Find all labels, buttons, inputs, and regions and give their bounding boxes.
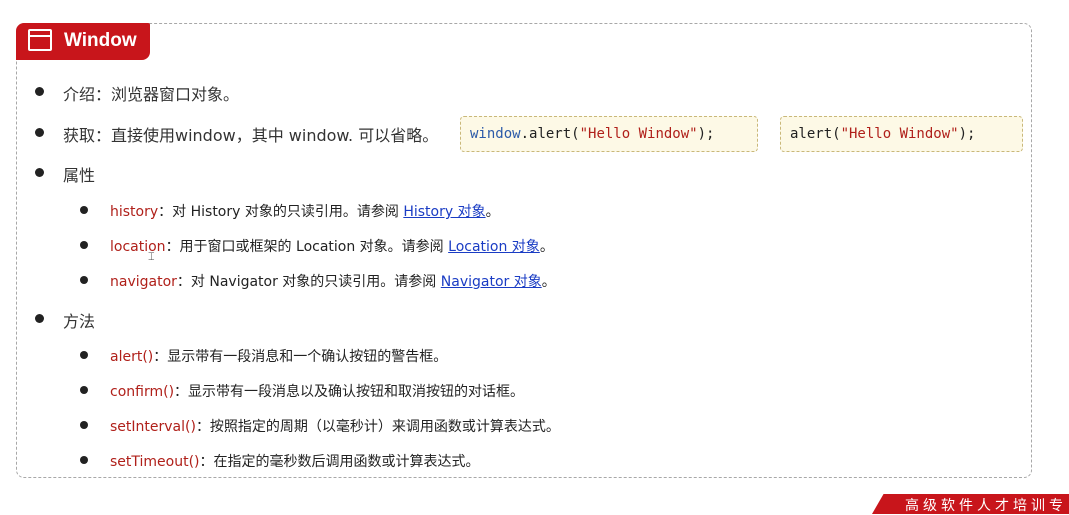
window-icon xyxy=(28,29,52,51)
method-name: confirm() xyxy=(110,384,175,400)
history-link[interactable]: History 对象 xyxy=(403,204,485,220)
properties-heading: 属性 xyxy=(63,166,96,185)
bullet-icon xyxy=(35,87,44,96)
code-example-window-alert: window.alert("Hello Window"); xyxy=(460,116,758,152)
method-name: setTimeout() xyxy=(110,454,200,470)
bullet-icon xyxy=(80,421,88,429)
method-desc: ：按照指定的周期（以毫秒计）来调用函数或计算表达式。 xyxy=(195,419,560,435)
footer-banner-text: 高级软件人才培训专 xyxy=(905,498,1067,514)
location-link[interactable]: Location 对象 xyxy=(448,239,540,255)
method-name: setInterval() xyxy=(110,419,196,435)
method-desc: ：显示带有一段消息以及确认按钮和取消按钮的对话框。 xyxy=(174,384,525,400)
bullet-icon xyxy=(35,168,44,177)
bullet-icon xyxy=(80,241,88,249)
page-title: Window xyxy=(64,30,137,51)
bullet-icon xyxy=(80,276,88,284)
bullet-icon xyxy=(80,206,88,214)
bullet-icon xyxy=(80,456,88,464)
bullet-icon xyxy=(80,351,88,359)
property-name: location xyxy=(110,239,166,255)
intro-text: 介绍：浏览器窗口对象。 xyxy=(63,85,240,104)
navigator-link[interactable]: Navigator 对象 xyxy=(441,274,542,290)
property-desc: ：用于窗口或框架的 Location 对象。请参阅 xyxy=(165,239,449,255)
bullet-icon xyxy=(35,314,44,323)
property-desc: ：对 Navigator 对象的只读引用。请参阅 xyxy=(176,274,441,290)
method-name: alert() xyxy=(110,349,154,365)
method-desc: ：显示带有一段消息和一个确认按钮的警告框。 xyxy=(153,349,448,365)
method-desc: ：在指定的毫秒数后调用函数或计算表达式。 xyxy=(199,454,480,470)
text-cursor-icon: ⌶ xyxy=(148,250,155,263)
property-desc: ：对 History 对象的只读引用。请参阅 xyxy=(158,204,404,220)
bullet-icon xyxy=(35,128,44,137)
title-tab: Window xyxy=(16,23,150,60)
property-name: navigator xyxy=(110,274,177,290)
get-text: 获取：直接使用window，其中 window. 可以省略。 xyxy=(63,126,439,145)
code-example-alert: alert("Hello Window"); xyxy=(780,116,1023,152)
methods-heading: 方法 xyxy=(63,312,96,331)
bullet-icon xyxy=(80,386,88,394)
property-name: history xyxy=(110,204,159,220)
